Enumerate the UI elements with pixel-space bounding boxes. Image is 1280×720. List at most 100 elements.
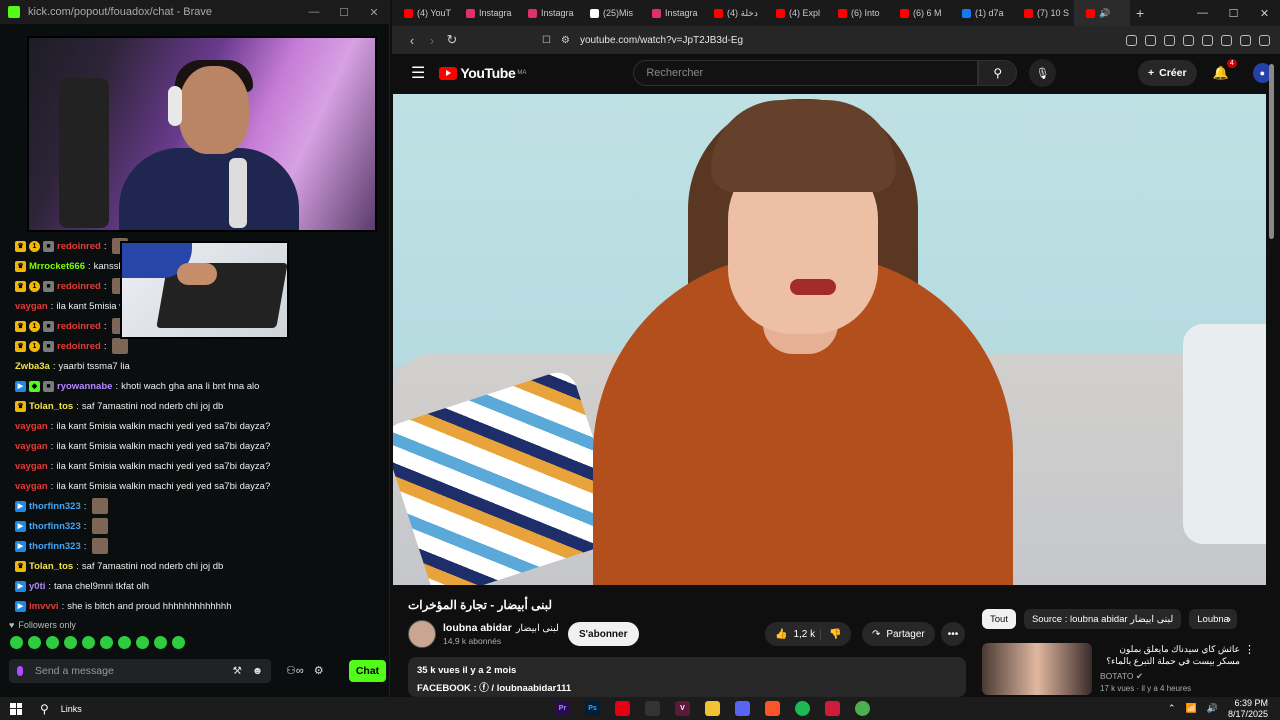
clock[interactable]: 6:39 PM 8/17/2025: [1228, 698, 1268, 720]
share-button[interactable]: ↷ Partager: [862, 622, 935, 646]
maximize-button[interactable]: ☐: [1218, 7, 1249, 20]
translate-icon[interactable]: ⚒: [233, 665, 242, 677]
extension-icon[interactable]: [1145, 34, 1156, 46]
menu-icon[interactable]: ☰: [411, 63, 425, 83]
chat-username[interactable]: thorfinn323: [29, 541, 81, 552]
maximize-button[interactable]: ☐: [329, 6, 359, 19]
chat-username[interactable]: redoinred: [57, 341, 101, 352]
browser-tab[interactable]: Instagra: [640, 0, 702, 26]
chevron-right-icon[interactable]: ›: [1227, 612, 1231, 626]
app-icon[interactable]: [825, 701, 840, 716]
close-button[interactable]: ✕: [1249, 7, 1280, 20]
browser-tab[interactable]: (4) دخلة: [702, 0, 764, 26]
more-vert-icon[interactable]: ⋮: [1244, 643, 1255, 695]
send-chat-button[interactable]: Chat: [349, 660, 386, 682]
chevron-up-icon[interactable]: ⌃: [1168, 703, 1176, 714]
voice-search-button[interactable]: 🎙: [1029, 59, 1056, 87]
browser-tab[interactable]: Instagra: [454, 0, 516, 26]
more-actions-button[interactable]: •••: [941, 622, 965, 646]
channel-name[interactable]: loubna abidar: [443, 622, 512, 634]
create-button[interactable]: + Créer: [1137, 60, 1197, 86]
dislike-button[interactable]: 👎: [821, 629, 841, 640]
chat-username[interactable]: redoinred: [57, 321, 101, 332]
filter-chip[interactable]: Tout: [982, 609, 1016, 629]
switch-icon[interactable]: [615, 701, 630, 716]
emote-icon[interactable]: [100, 636, 113, 649]
extension-icon[interactable]: [1202, 34, 1213, 46]
chat-username[interactable]: vaygan: [15, 481, 48, 492]
emote-bar[interactable]: [10, 636, 185, 649]
browser-tab[interactable]: Instagra: [516, 0, 578, 26]
browser-tab[interactable]: (4) Expl: [764, 0, 826, 26]
filter-chip[interactable]: Source : loubna abidar لبنى ابيضار: [1023, 609, 1182, 629]
extension-icon[interactable]: [1164, 34, 1175, 46]
page-scrollbar[interactable]: [1268, 54, 1276, 697]
emote-icon[interactable]: [28, 636, 41, 649]
extension-icon[interactable]: [1259, 34, 1270, 46]
links-toolbar[interactable]: Links: [61, 704, 82, 714]
address-bar[interactable]: ☐ ⚙ youtube.com/watch?v=JpT2JB3d-Eg: [542, 35, 922, 46]
search-button[interactable]: ⚲: [978, 60, 1018, 86]
volume-icon[interactable]: 🔊: [1207, 703, 1218, 714]
brave-icon[interactable]: [765, 701, 780, 716]
emote-icon[interactable]: [10, 636, 23, 649]
emote-icon[interactable]: [118, 636, 131, 649]
chat-username[interactable]: y0ti: [29, 581, 45, 592]
description-box[interactable]: 35 k vues il y a 2 mois FACEBOOK : ⓕ / l…: [408, 657, 966, 697]
chat-username[interactable]: vaygan: [15, 301, 48, 312]
browser-tab[interactable]: 🔊: [1074, 0, 1130, 26]
video-thumbnail[interactable]: [982, 643, 1092, 695]
emote-icon[interactable]: [172, 636, 185, 649]
bookmark-icon[interactable]: ☐: [542, 35, 551, 46]
youtube-logo[interactable]: YouTube MA: [439, 65, 526, 81]
emoji-icon[interactable]: ☻: [252, 665, 263, 677]
extension-icon[interactable]: [1221, 34, 1232, 46]
users-icon[interactable]: ⚇∞: [286, 664, 304, 677]
chat-username[interactable]: thorfinn323: [29, 501, 81, 512]
forward-icon[interactable]: ›: [422, 33, 442, 48]
new-tab-button[interactable]: +: [1136, 5, 1144, 21]
notifications-button[interactable]: 🔔 4: [1213, 59, 1237, 81]
browser-tab[interactable]: (6) Into: [826, 0, 888, 26]
discord-icon[interactable]: [735, 701, 750, 716]
search-icon[interactable]: ⚲: [40, 702, 49, 716]
extension-icon[interactable]: [1183, 34, 1194, 46]
photoshop-icon[interactable]: Ps: [585, 701, 600, 716]
chat-username[interactable]: thorfinn323: [29, 521, 81, 532]
recommended-video[interactable]: عائش كاي سيدناك مايعلق بملون مسكر بيست ف…: [982, 643, 1255, 695]
chat-username[interactable]: ryowannabe: [57, 381, 112, 392]
browser-tab[interactable]: (6) 6 M: [888, 0, 950, 26]
minimize-button[interactable]: —: [1187, 7, 1218, 20]
emote-icon[interactable]: [64, 636, 77, 649]
browser-tab[interactable]: (7) 10 S: [1012, 0, 1074, 26]
capcut-icon[interactable]: [645, 701, 660, 716]
spotify-icon[interactable]: [795, 701, 810, 716]
recommended-channel[interactable]: BOTATO ✔: [1100, 671, 1240, 682]
close-button[interactable]: ✕: [359, 6, 389, 19]
site-info-icon[interactable]: ⚙: [561, 35, 570, 46]
chat-username[interactable]: vaygan: [15, 421, 48, 432]
emote-icon[interactable]: [154, 636, 167, 649]
url-text[interactable]: youtube.com/watch?v=JpT2JB3d-Eg: [580, 35, 743, 46]
windows-start-icon[interactable]: [10, 702, 22, 715]
chat-input[interactable]: Send a message ⚒ ☻: [9, 659, 271, 683]
chat-username[interactable]: Tolan_tos: [29, 561, 73, 572]
extension-icon[interactable]: [1126, 34, 1137, 46]
chat-username[interactable]: imvvvi: [29, 601, 59, 612]
premiere-icon[interactable]: Pr: [555, 701, 570, 716]
vegas-icon[interactable]: V: [675, 701, 690, 716]
video-player[interactable]: [393, 94, 1266, 585]
minimize-button[interactable]: —: [299, 6, 329, 19]
chat-username[interactable]: redoinred: [57, 241, 101, 252]
chat-username[interactable]: Mrrocket666: [29, 261, 85, 272]
back-icon[interactable]: ‹: [402, 33, 422, 48]
like-button[interactable]: 👍 1,2 k: [765, 628, 821, 640]
emote-icon[interactable]: [46, 636, 59, 649]
chat-username[interactable]: Tolan_tos: [29, 401, 73, 412]
chat-username[interactable]: Zwba3a: [15, 361, 50, 372]
reload-icon[interactable]: ↻: [442, 32, 462, 48]
chat-username[interactable]: vaygan: [15, 441, 48, 452]
folder-icon[interactable]: [705, 701, 720, 716]
subscribe-button[interactable]: S'abonner: [568, 622, 639, 646]
channel-avatar[interactable]: [408, 620, 436, 648]
